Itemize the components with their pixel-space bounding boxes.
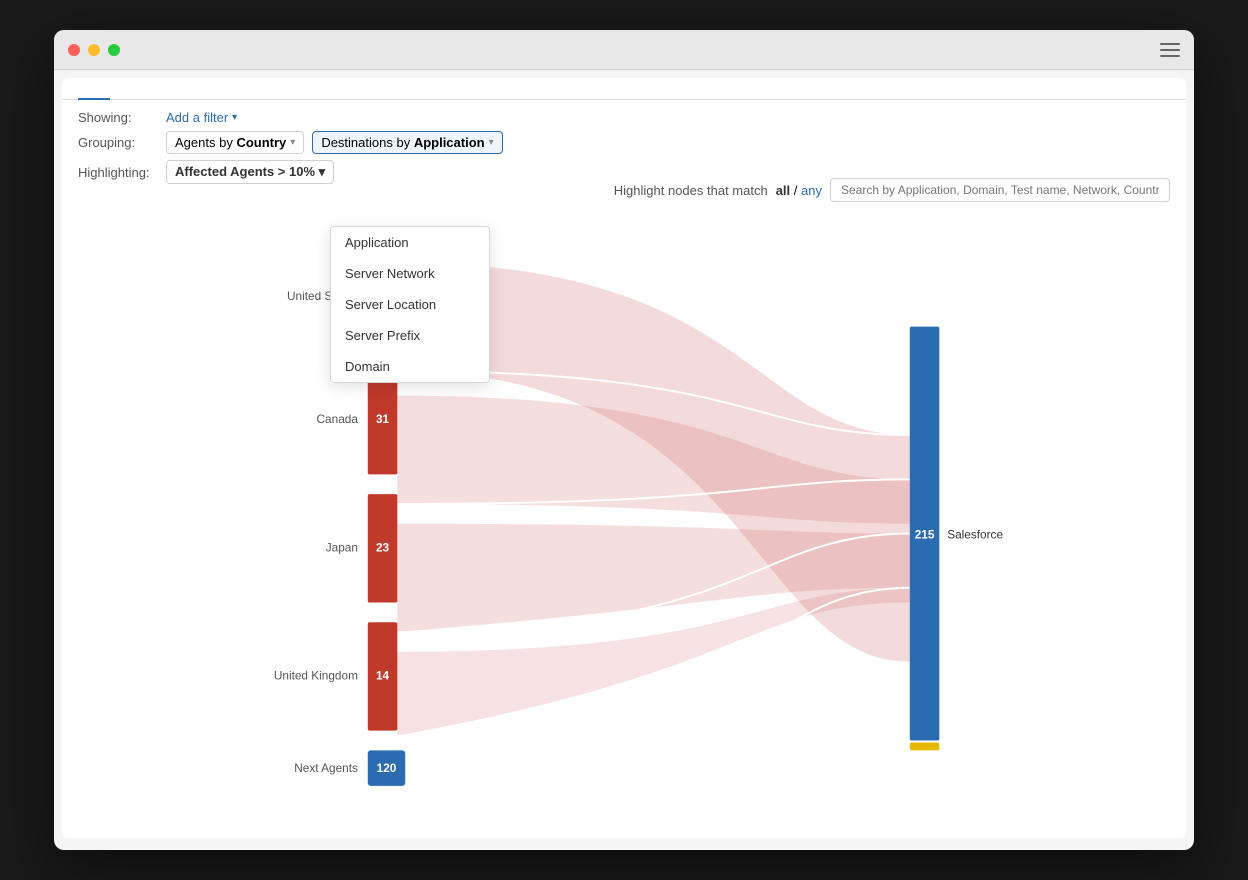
node-value-uk: 14 xyxy=(376,668,390,682)
menu-line-3 xyxy=(1160,55,1180,57)
match-options: all / any xyxy=(776,183,822,198)
match-separator: / xyxy=(794,183,801,198)
dropdown-item-application[interactable]: Application xyxy=(331,227,489,258)
node-label-ca: Canada xyxy=(317,412,359,426)
showing-row: Showing: Add a filter xyxy=(78,110,1170,125)
showing-label: Showing: xyxy=(78,110,158,125)
grouping-label: Grouping: xyxy=(78,135,158,150)
menu-line-1 xyxy=(1160,43,1180,45)
destinations-by-application-text: Destinations by Application xyxy=(321,135,484,150)
main-content: Showing: Add a filter Grouping: Agents b… xyxy=(62,78,1186,838)
top-nav xyxy=(62,78,1186,100)
node-value-salesforce: 215 xyxy=(915,527,935,541)
any-option[interactable]: any xyxy=(801,183,822,198)
sankey-svg: 276 United States 31 Canada 23 Japan 14 … xyxy=(82,204,1166,804)
node-value-ca: 31 xyxy=(376,412,390,426)
highlight-section: Highlight nodes that match all / any xyxy=(614,178,1170,202)
destinations-app-chevron: ▾ xyxy=(489,137,494,148)
menu-icon[interactable] xyxy=(1160,43,1180,57)
node-value-next: 120 xyxy=(377,761,397,775)
affected-agents-select[interactable]: Affected Agents > 10% ▾ xyxy=(166,160,334,184)
add-filter-button[interactable]: Add a filter xyxy=(166,110,237,125)
node-value-jp: 23 xyxy=(376,540,390,554)
grouping-row: Grouping: Agents by Country ▾ Destinatio… xyxy=(78,131,1170,154)
node-label-next: Next Agents xyxy=(294,761,358,775)
app-window: Showing: Add a filter Grouping: Agents b… xyxy=(54,30,1194,850)
affected-agents-chevron: ▾ xyxy=(319,164,326,179)
tab-active[interactable] xyxy=(78,78,110,100)
node-label-uk: United Kingdom xyxy=(274,668,358,682)
close-button[interactable] xyxy=(68,44,80,56)
highlight-label: Highlight nodes that match xyxy=(614,183,768,198)
menu-line-2 xyxy=(1160,49,1180,51)
tab-inactive[interactable] xyxy=(110,78,142,100)
titlebar xyxy=(54,30,1194,70)
highlight-search-input[interactable] xyxy=(830,178,1170,202)
agents-by-country-dropdown[interactable]: Agents by Country ▾ xyxy=(166,131,304,154)
agents-country-chevron: ▾ xyxy=(290,137,295,148)
dropdown-item-server-location[interactable]: Server Location xyxy=(331,289,489,320)
all-option[interactable]: all xyxy=(776,183,790,198)
sankey-diagram: 276 United States 31 Canada 23 Japan 14 … xyxy=(82,204,1166,804)
dropdown-item-domain[interactable]: Domain xyxy=(331,351,489,382)
affected-agents-text: Affected Agents > 10% xyxy=(175,164,315,179)
node-label-jp: Japan xyxy=(326,540,358,554)
application-dropdown-menu: Application Server Network Server Locati… xyxy=(330,226,490,383)
traffic-lights xyxy=(68,44,120,56)
agents-by-country-text: Agents by Country xyxy=(175,135,286,150)
dropdown-item-server-network[interactable]: Server Network xyxy=(331,258,489,289)
maximize-button[interactable] xyxy=(108,44,120,56)
dropdown-item-server-prefix[interactable]: Server Prefix xyxy=(331,320,489,351)
highlighting-label: Highlighting: xyxy=(78,165,158,180)
node-label-salesforce: Salesforce xyxy=(947,527,1003,541)
minimize-button[interactable] xyxy=(88,44,100,56)
destinations-by-application-dropdown[interactable]: Destinations by Application ▾ xyxy=(312,131,502,154)
node-bar-small xyxy=(910,742,940,750)
